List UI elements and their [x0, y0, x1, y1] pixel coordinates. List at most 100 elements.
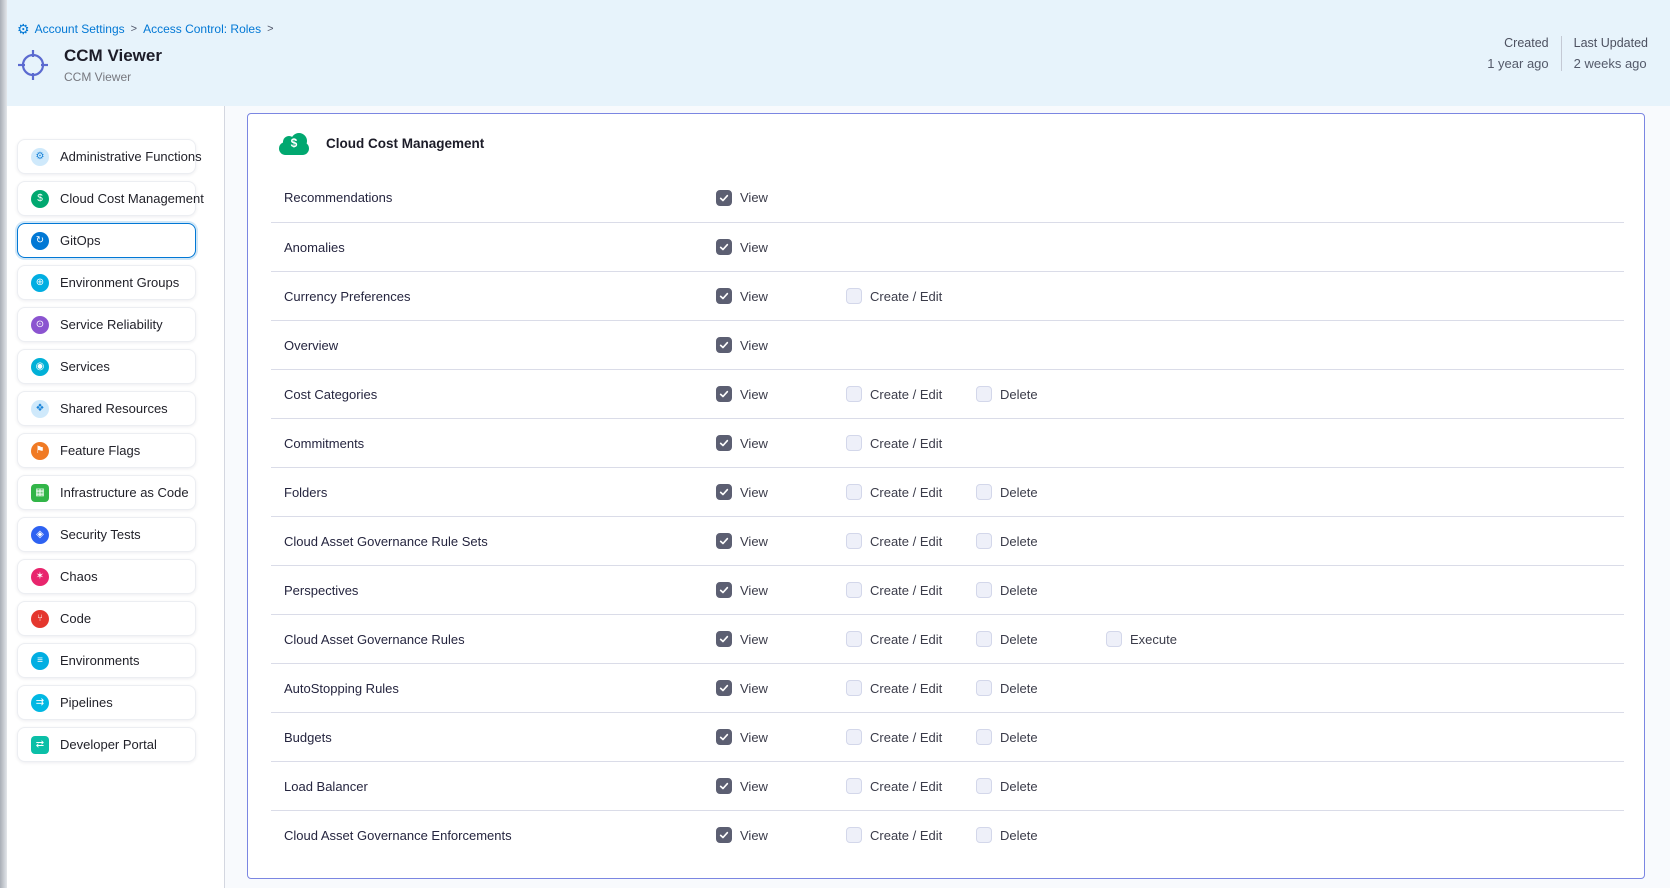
breadcrumb: ⚙ Account Settings > Access Control: Rol… [17, 22, 275, 36]
view-checkbox[interactable] [716, 190, 732, 206]
view-checkbox[interactable] [716, 778, 732, 794]
view-permission[interactable]: View [716, 729, 846, 745]
delete-permission[interactable]: Delete [976, 533, 1106, 549]
create-edit-permission[interactable]: Create / Edit [846, 435, 976, 451]
breadcrumb-account-settings[interactable]: Account Settings [35, 22, 125, 36]
permission-label: Create / Edit [870, 485, 942, 500]
view-checkbox[interactable] [716, 582, 732, 598]
delete-permission[interactable]: Delete [976, 386, 1106, 402]
delete-checkbox[interactable] [976, 582, 992, 598]
view-permission[interactable]: View [716, 533, 846, 549]
created-meta: Created 1 year ago [1487, 36, 1561, 71]
create-edit-permission[interactable]: Create / Edit [846, 582, 976, 598]
sidebar-item-services[interactable]: ◉ Services [17, 349, 196, 384]
delete-permission[interactable]: Delete [976, 631, 1106, 647]
delete-checkbox[interactable] [976, 680, 992, 696]
view-checkbox[interactable] [716, 533, 732, 549]
view-permission[interactable]: View [716, 190, 846, 206]
create-edit-permission[interactable]: Create / Edit [846, 729, 976, 745]
create-edit-checkbox[interactable] [846, 778, 862, 794]
view-checkbox[interactable] [716, 435, 732, 451]
execute-checkbox[interactable] [1106, 631, 1122, 647]
sidebar-item-security-tests[interactable]: ◈ Security Tests [17, 517, 196, 552]
create-edit-checkbox[interactable] [846, 435, 862, 451]
view-permission[interactable]: View [716, 337, 846, 353]
create-edit-checkbox[interactable] [846, 827, 862, 843]
view-permission[interactable]: View [716, 386, 846, 402]
create-edit-permission[interactable]: Create / Edit [846, 288, 976, 304]
view-checkbox[interactable] [716, 680, 732, 696]
view-permission[interactable]: View [716, 484, 846, 500]
delete-permission[interactable]: Delete [976, 729, 1106, 745]
breadcrumb-access-control-roles[interactable]: Access Control: Roles [143, 22, 261, 36]
view-permission[interactable]: View [716, 239, 846, 255]
delete-permission[interactable]: Delete [976, 582, 1106, 598]
sidebar-item-environments[interactable]: ≡ Environments [17, 643, 196, 678]
permission-label: View [740, 632, 768, 647]
view-checkbox[interactable] [716, 484, 732, 500]
view-permission[interactable]: View [716, 582, 846, 598]
delete-checkbox[interactable] [976, 778, 992, 794]
view-checkbox[interactable] [716, 631, 732, 647]
sidebar-item-feature-flags[interactable]: ⚑ Feature Flags [17, 433, 196, 468]
create-edit-checkbox[interactable] [846, 484, 862, 500]
view-permission[interactable]: View [716, 827, 846, 843]
delete-permission[interactable]: Delete [976, 680, 1106, 696]
service-reliability-icon: ⊙ [31, 316, 49, 334]
delete-permission[interactable]: Delete [976, 827, 1106, 843]
view-checkbox[interactable] [716, 288, 732, 304]
create-edit-checkbox[interactable] [846, 631, 862, 647]
sidebar-item-shared-resources[interactable]: ❖ Shared Resources [17, 391, 196, 426]
view-permission[interactable]: View [716, 435, 846, 451]
view-checkbox[interactable] [716, 386, 732, 402]
sidebar-item-label: Service Reliability [60, 317, 163, 332]
create-edit-checkbox[interactable] [846, 729, 862, 745]
sidebar-item-environment-groups[interactable]: ⊕ Environment Groups [17, 265, 196, 300]
delete-permission[interactable]: Delete [976, 778, 1106, 794]
delete-checkbox[interactable] [976, 484, 992, 500]
view-checkbox[interactable] [716, 729, 732, 745]
delete-checkbox[interactable] [976, 631, 992, 647]
delete-checkbox[interactable] [976, 729, 992, 745]
create-edit-permission[interactable]: Create / Edit [846, 827, 976, 843]
delete-checkbox[interactable] [976, 386, 992, 402]
delete-permission[interactable]: Delete [976, 484, 1106, 500]
sidebar-item-code[interactable]: ⑂ Code [17, 601, 196, 636]
create-edit-checkbox[interactable] [846, 288, 862, 304]
permission-label: Create / Edit [870, 681, 942, 696]
create-edit-permission[interactable]: Create / Edit [846, 778, 976, 794]
sidebar-item-infrastructure-as-code[interactable]: ▦ Infrastructure as Code [17, 475, 196, 510]
view-checkbox[interactable] [716, 827, 732, 843]
view-checkbox[interactable] [716, 337, 732, 353]
view-permission[interactable]: View [716, 778, 846, 794]
create-edit-checkbox[interactable] [846, 680, 862, 696]
sidebar-item-administrative-functions[interactable]: ⚙ Administrative Functions [17, 139, 196, 174]
view-permission[interactable]: View [716, 631, 846, 647]
create-edit-permission[interactable]: Create / Edit [846, 680, 976, 696]
create-edit-permission[interactable]: Create / Edit [846, 631, 976, 647]
view-permission[interactable]: View [716, 680, 846, 696]
permission-label: Create / Edit [870, 583, 942, 598]
create-edit-checkbox[interactable] [846, 386, 862, 402]
create-edit-permission[interactable]: Create / Edit [846, 386, 976, 402]
view-checkbox[interactable] [716, 239, 732, 255]
sidebar-item-pipelines[interactable]: ⇉ Pipelines [17, 685, 196, 720]
create-edit-permission[interactable]: Create / Edit [846, 533, 976, 549]
create-edit-permission[interactable]: Create / Edit [846, 484, 976, 500]
create-edit-checkbox[interactable] [846, 582, 862, 598]
view-permission[interactable]: View [716, 288, 846, 304]
sidebar-item-chaos[interactable]: ✶ Chaos [17, 559, 196, 594]
created-value: 1 year ago [1487, 56, 1548, 71]
delete-checkbox[interactable] [976, 533, 992, 549]
permission-label: Delete [1000, 730, 1038, 745]
delete-checkbox[interactable] [976, 827, 992, 843]
sidebar-item-gitops[interactable]: ↻ GitOps [17, 223, 196, 258]
sidebar-item-developer-portal[interactable]: ⇄ Developer Portal [17, 727, 196, 762]
sidebar-item-cloud-cost-management[interactable]: $ Cloud Cost Management [17, 181, 196, 216]
permission-label: Create / Edit [870, 387, 942, 402]
execute-permission[interactable]: Execute [1106, 631, 1236, 647]
sidebar-item-label: Environments [60, 653, 139, 668]
sidebar-item-service-reliability[interactable]: ⊙ Service Reliability [17, 307, 196, 342]
create-edit-checkbox[interactable] [846, 533, 862, 549]
sidebar-item-label: Security Tests [60, 527, 141, 542]
